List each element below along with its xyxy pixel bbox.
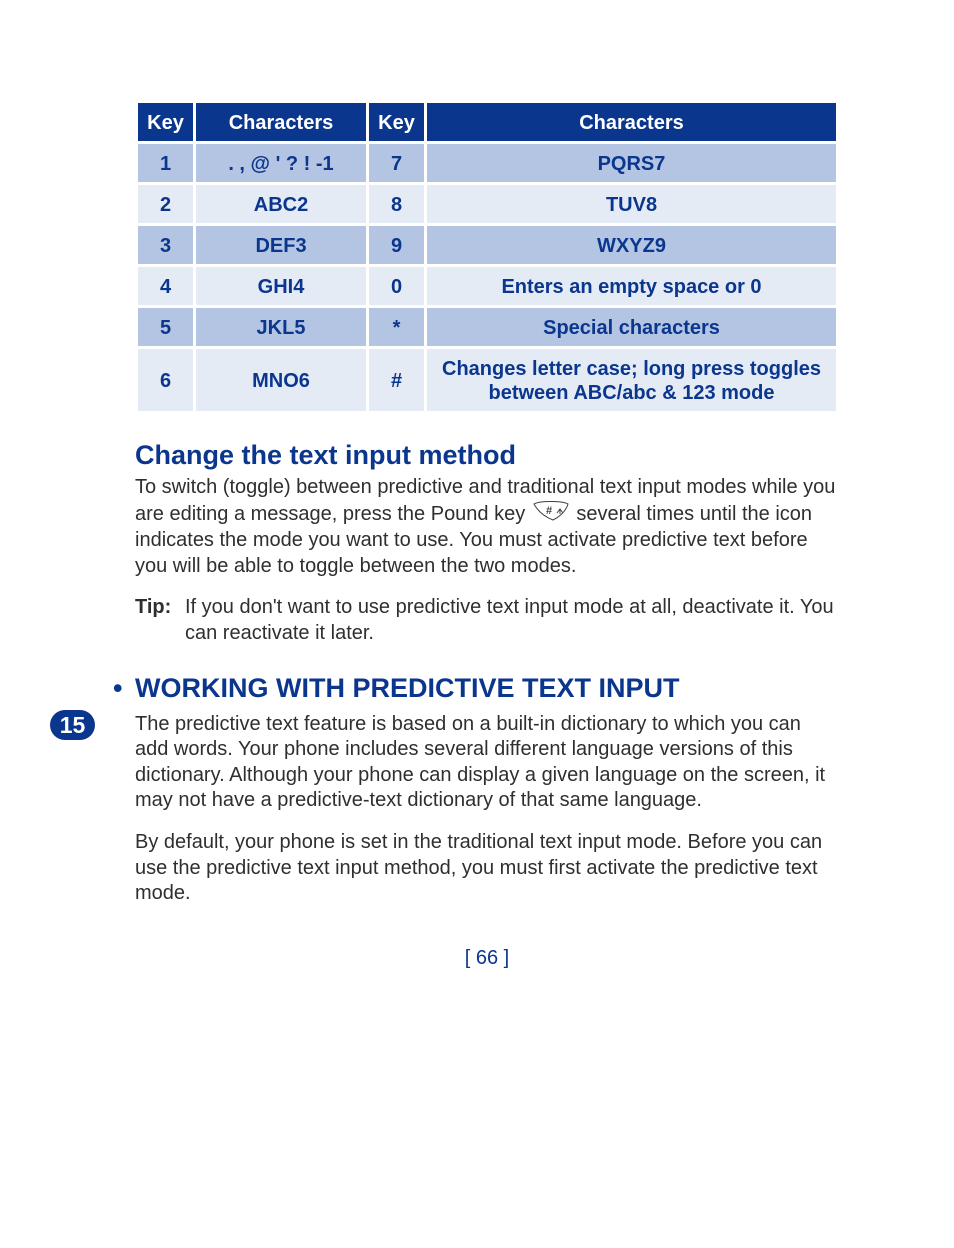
cell-key: 5 — [138, 308, 193, 346]
cell-key: 9 — [369, 226, 424, 264]
cell-key: 0 — [369, 267, 424, 305]
svg-text:#: # — [546, 505, 552, 517]
subheading-change-input: Change the text input method — [135, 440, 839, 471]
tip-text: If you don't want to use predictive text… — [185, 595, 839, 646]
cell-chars: . , @ ' ? ! -1 — [196, 144, 366, 182]
cell-chars: JKL5 — [196, 308, 366, 346]
section-heading-predictive: WORKING WITH PREDICTIVE TEXT INPUT — [135, 673, 839, 704]
paragraph: By default, your phone is set in the tra… — [135, 830, 839, 907]
table-row: 1 . , @ ' ? ! -1 7 PQRS7 — [138, 144, 836, 182]
cell-chars: Special characters — [427, 308, 836, 346]
paragraph: To switch (toggle) between predictive an… — [135, 475, 839, 579]
key-characters-table: Key Characters Key Characters 1 . , @ ' … — [135, 100, 839, 414]
cell-key: * — [369, 308, 424, 346]
col-header-chars-right: Characters — [427, 103, 836, 141]
table-row: 6 MNO6 # Changes letter case; long press… — [138, 349, 836, 411]
cell-key: 2 — [138, 185, 193, 223]
cell-chars: PQRS7 — [427, 144, 836, 182]
cell-key: 1 — [138, 144, 193, 182]
page-number: [ 66 ] — [135, 947, 839, 970]
cell-chars: GHI4 — [196, 267, 366, 305]
col-header-key-right: Key — [369, 103, 424, 141]
cell-chars: Changes letter case; long press toggles … — [427, 349, 836, 411]
col-header-key-left: Key — [138, 103, 193, 141]
paragraph: The predictive text feature is based on … — [135, 712, 839, 814]
table-row: 5 JKL5 * Special characters — [138, 308, 836, 346]
pound-key-icon: # — [533, 501, 569, 529]
cell-chars: Enters an empty space or 0 — [427, 267, 836, 305]
col-header-chars-left: Characters — [196, 103, 366, 141]
tip-block: Tip: If you don't want to use predictive… — [135, 595, 839, 646]
tip-label: Tip: — [135, 595, 185, 646]
table-row: 4 GHI4 0 Enters an empty space or 0 — [138, 267, 836, 305]
cell-key: # — [369, 349, 424, 411]
cell-key: 7 — [369, 144, 424, 182]
cell-key: 3 — [138, 226, 193, 264]
cell-key: 8 — [369, 185, 424, 223]
cell-key: 6 — [138, 349, 193, 411]
chapter-tab: 15 — [50, 710, 95, 740]
cell-chars: DEF3 — [196, 226, 366, 264]
cell-chars: MNO6 — [196, 349, 366, 411]
manual-page: 15 Key Characters Key Characters 1 . , @… — [0, 0, 954, 1200]
cell-chars: ABC2 — [196, 185, 366, 223]
cell-chars: WXYZ9 — [427, 226, 836, 264]
table-row: 2 ABC2 8 TUV8 — [138, 185, 836, 223]
cell-key: 4 — [138, 267, 193, 305]
table-row: 3 DEF3 9 WXYZ9 — [138, 226, 836, 264]
cell-chars: TUV8 — [427, 185, 836, 223]
